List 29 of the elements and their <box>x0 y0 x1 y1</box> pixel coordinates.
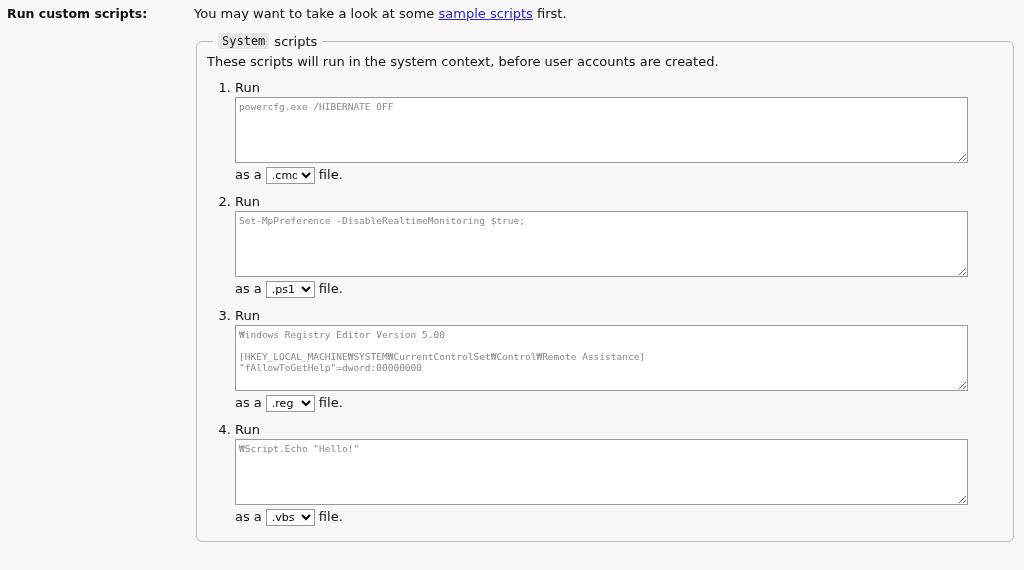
extension-dropdown[interactable]: .vbs <box>265 508 315 526</box>
file-label: file. <box>318 508 343 526</box>
list-number: 2. <box>217 193 232 211</box>
list-number: 4. <box>217 421 232 439</box>
as-a-label: as a <box>235 394 262 412</box>
script-input-field[interactable]: Set-MpPreference -DisableRealtimeMonitoring $true; <box>235 211 968 277</box>
description-text: These scripts will run in the system context, before user accounts are created. <box>207 53 720 71</box>
file-label: file. <box>318 166 343 184</box>
extension-dropdown[interactable]: .reg <box>265 394 315 412</box>
run-label: Run <box>235 422 260 437</box>
file-label: file. <box>318 394 343 412</box>
as-a-label: as a <box>235 508 262 526</box>
run-label: Run <box>235 80 260 95</box>
sample-scripts-link[interactable]: sample scripts <box>438 6 533 21</box>
script-input-field[interactable]: ₩indows Registry Editor Version 5.00 [HKEY_LOCAL_MACHINE₩SYSTEM₩CurrentControlSet₩Control₩Remote Assistance] "fAllowToGetHelp"=dword:00000000 <box>235 325 968 391</box>
legend-text: scripts <box>274 33 318 49</box>
as-a-label: as a <box>235 166 262 184</box>
legend-code: System <box>218 33 270 49</box>
intro-text: You may want to take a look at some sample scripts first. <box>194 5 568 23</box>
as-a-label: as a <box>235 280 262 298</box>
field-label: Run custom scripts: <box>7 6 148 21</box>
file-label: file. <box>318 280 343 298</box>
script-input-field[interactable]: powercfg.exe /HIBERNATE OFF <box>235 97 968 163</box>
list-number: 1. <box>217 79 232 97</box>
extension-dropdown[interactable]: .ps1 <box>265 280 315 298</box>
script-input-field[interactable]: ₩Script.Echo "Hello!" <box>235 439 968 505</box>
run-label: Run <box>235 194 260 209</box>
run-label: Run <box>235 308 260 323</box>
list-number: 3. <box>217 307 232 325</box>
